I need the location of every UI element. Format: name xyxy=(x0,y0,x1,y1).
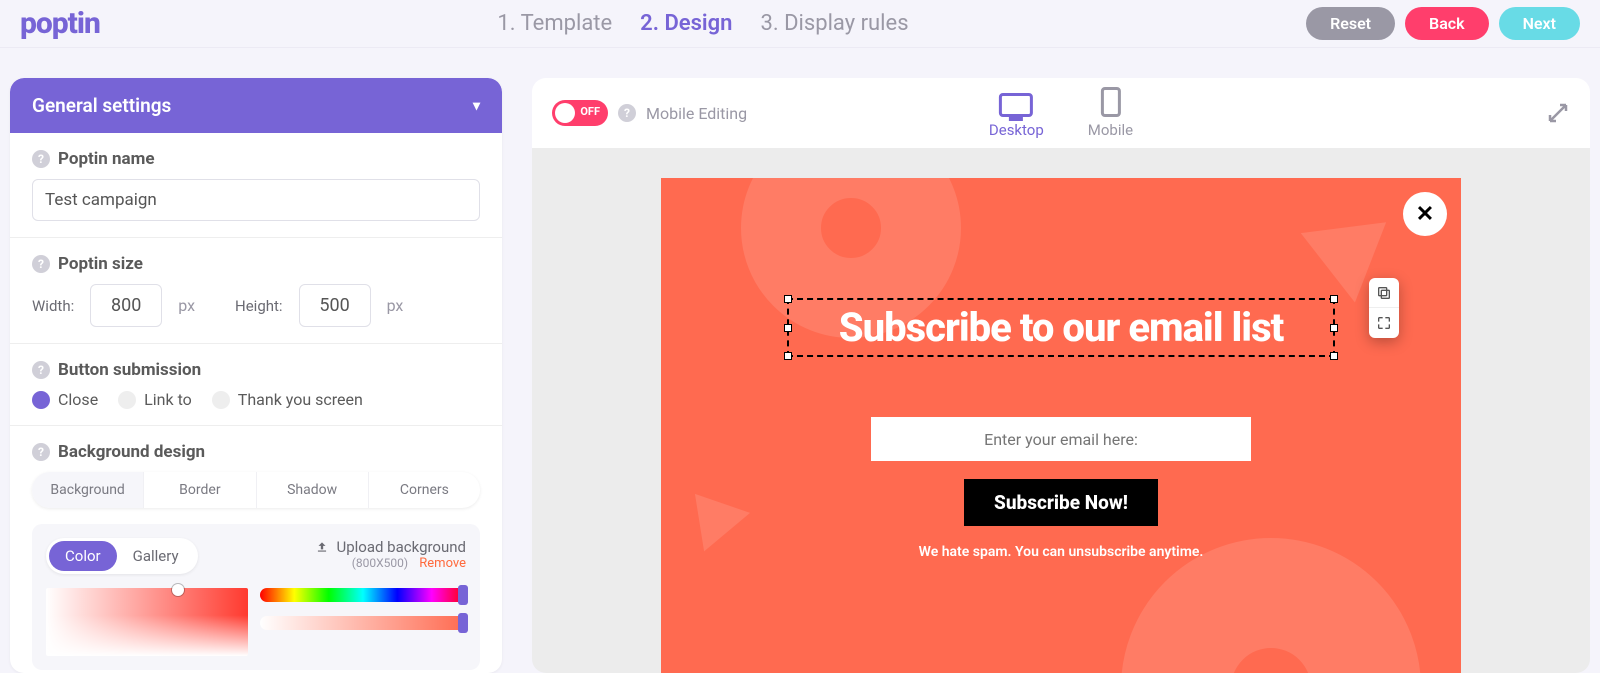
bg-design-tabs: Background Border Shadow Corners xyxy=(32,472,480,508)
device-tab-desktop[interactable]: Desktop xyxy=(989,93,1044,139)
bg-panel: Color Gallery Upload background (800X500… xyxy=(32,524,480,670)
remove-background-link[interactable]: Remove xyxy=(419,556,466,571)
radio-dot-icon xyxy=(212,391,230,409)
canvas-stage: ✕ Subscribe to our email list xyxy=(532,148,1590,673)
disclaimer-text: We hate spam. You can unsubscribe anytim… xyxy=(919,544,1204,560)
copy-icon xyxy=(1376,285,1392,301)
radio-dot-icon xyxy=(118,391,136,409)
desktop-icon xyxy=(999,93,1033,117)
color-picker xyxy=(46,588,466,656)
width-input[interactable] xyxy=(90,284,162,327)
section-poptin-size: ? Poptin size Width: px Height: px xyxy=(10,238,502,344)
width-label: Width: xyxy=(32,297,74,315)
canvas-toolbar: OFF ? Mobile Editing Desktop Mobile xyxy=(532,78,1590,148)
subscribe-button[interactable]: Subscribe Now! xyxy=(964,479,1158,526)
saturation-box[interactable] xyxy=(46,588,248,656)
color-gallery-toggle: Color Gallery xyxy=(46,538,198,574)
bg-shape xyxy=(672,475,750,552)
duplicate-button[interactable] xyxy=(1369,278,1399,308)
upload-background-button[interactable]: Upload background xyxy=(314,538,466,556)
mobile-editing-label: Mobile Editing xyxy=(646,104,747,123)
popup-close-button[interactable]: ✕ xyxy=(1403,192,1447,236)
expand-icon[interactable] xyxy=(1546,101,1570,125)
tab-border[interactable]: Border xyxy=(144,472,256,508)
width-unit: px xyxy=(178,296,195,315)
background-design-label: Background design xyxy=(58,442,205,462)
reset-button[interactable]: Reset xyxy=(1306,7,1395,40)
button-submission-label: Button submission xyxy=(58,360,201,380)
settings-sidebar: General settings ▾ ? Poptin name ? Popti… xyxy=(10,78,502,673)
step-template[interactable]: 1. Template xyxy=(497,11,612,36)
resize-handle[interactable] xyxy=(1330,324,1338,332)
tab-background[interactable]: Background xyxy=(32,472,144,508)
help-icon[interactable]: ? xyxy=(618,104,636,122)
toggle-off-label: OFF xyxy=(580,105,600,118)
poptin-name-label: Poptin name xyxy=(58,149,155,169)
tab-corners[interactable]: Corners xyxy=(369,472,480,508)
saturation-handle[interactable] xyxy=(172,584,184,596)
step-display-rules[interactable]: 3. Display rules xyxy=(760,11,908,36)
step-design[interactable]: 2. Design xyxy=(640,11,732,36)
next-button[interactable]: Next xyxy=(1499,7,1580,40)
radio-dot-icon xyxy=(32,391,50,409)
help-icon[interactable]: ? xyxy=(32,361,50,379)
help-icon[interactable]: ? xyxy=(32,255,50,273)
poptin-name-input[interactable] xyxy=(32,179,480,221)
height-input[interactable] xyxy=(299,284,371,327)
popup-preview[interactable]: ✕ Subscribe to our email list xyxy=(661,178,1461,673)
tab-shadow[interactable]: Shadow xyxy=(257,472,369,508)
general-settings-title: General settings xyxy=(32,94,171,117)
section-background-design: ? Background design Background Border Sh… xyxy=(10,426,502,673)
chevron-down-icon: ▾ xyxy=(473,98,480,114)
top-buttons: Reset Back Next xyxy=(1306,7,1580,40)
hue-slider[interactable] xyxy=(260,588,466,602)
upload-dimensions: (800X500) xyxy=(352,556,408,570)
close-icon: ✕ xyxy=(1416,202,1434,227)
resize-handle[interactable] xyxy=(784,324,792,332)
fullscreen-button[interactable] xyxy=(1369,308,1399,338)
mobile-icon xyxy=(1100,87,1120,117)
device-tabs: Desktop Mobile xyxy=(989,87,1133,139)
toggle-knob xyxy=(555,103,575,123)
headline-selection[interactable]: Subscribe to our email list xyxy=(787,298,1336,357)
mobile-editing-toggle[interactable]: OFF xyxy=(552,100,608,126)
toggle-color[interactable]: Color xyxy=(49,541,117,571)
top-bar: poptin 1. Template 2. Design 3. Display … xyxy=(0,0,1600,48)
toggle-gallery[interactable]: Gallery xyxy=(117,541,195,571)
main: General settings ▾ ? Poptin name ? Popti… xyxy=(0,48,1600,673)
resize-handle[interactable] xyxy=(1330,352,1338,360)
resize-handle[interactable] xyxy=(784,352,792,360)
logo: poptin xyxy=(20,6,100,41)
help-icon[interactable]: ? xyxy=(32,443,50,461)
general-settings-header[interactable]: General settings ▾ xyxy=(10,78,502,133)
resize-handle[interactable] xyxy=(1330,295,1338,303)
poptin-size-label: Poptin size xyxy=(58,254,143,274)
height-unit: px xyxy=(387,296,404,315)
canvas-area: OFF ? Mobile Editing Desktop Mobile xyxy=(532,78,1590,673)
alpha-slider[interactable] xyxy=(260,616,466,630)
email-input[interactable] xyxy=(871,417,1251,461)
back-button[interactable]: Back xyxy=(1405,7,1489,40)
wizard-steps: 1. Template 2. Design 3. Display rules xyxy=(100,11,1306,36)
section-poptin-name: ? Poptin name xyxy=(10,133,502,238)
height-label: Height: xyxy=(235,297,283,315)
radio-close[interactable]: Close xyxy=(32,390,98,409)
help-icon[interactable]: ? xyxy=(32,150,50,168)
hue-handle[interactable] xyxy=(458,585,468,605)
radio-thank-you[interactable]: Thank you screen xyxy=(212,390,363,409)
section-button-submission: ? Button submission Close Link to Thank … xyxy=(10,344,502,426)
radio-link-to[interactable]: Link to xyxy=(118,390,192,409)
device-tab-mobile[interactable]: Mobile xyxy=(1088,87,1133,139)
popup-headline[interactable]: Subscribe to our email list xyxy=(839,304,1284,351)
upload-icon xyxy=(314,540,330,554)
expand-icon xyxy=(1376,315,1392,331)
alpha-handle[interactable] xyxy=(458,613,468,633)
resize-handle[interactable] xyxy=(784,295,792,303)
element-tools xyxy=(1369,278,1399,338)
